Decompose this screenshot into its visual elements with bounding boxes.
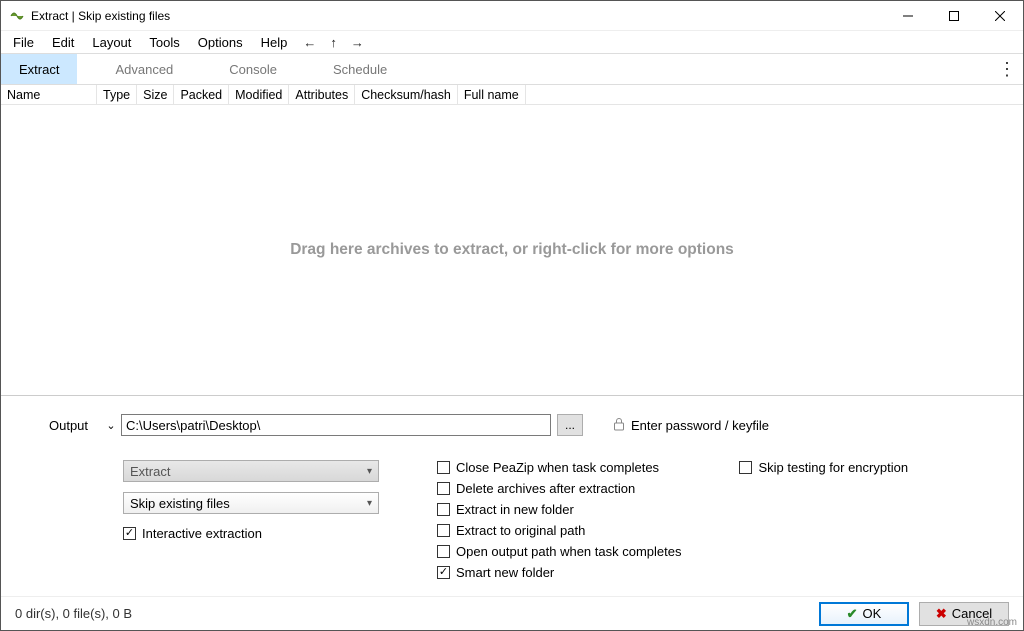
menu-file[interactable]: File [5,33,42,52]
close-button[interactable] [977,1,1023,30]
new-folder-checkbox[interactable] [437,503,450,516]
close-peazip-label: Close PeaZip when task completes [456,460,659,475]
menu-help[interactable]: Help [253,33,296,52]
delete-after-label: Delete archives after extraction [456,481,635,496]
drop-area[interactable]: Drag here archives to extract, or right-… [1,105,1023,395]
col-packed[interactable]: Packed [174,85,229,104]
caret-down-icon: ▾ [367,466,372,477]
window-title: Extract | Skip existing files [31,9,885,23]
ok-button[interactable]: ✔ OK [819,602,909,626]
menubar: File Edit Layout Tools Options Help ← ↑ … [1,31,1023,53]
nav-up-icon[interactable]: ↑ [324,33,343,52]
status-text: 0 dir(s), 0 file(s), 0 B [15,606,809,621]
menu-tools[interactable]: Tools [141,33,187,52]
output-label: Output [49,418,101,433]
tab-schedule[interactable]: Schedule [315,54,405,84]
titlebar: Extract | Skip existing files [1,1,1023,31]
smart-folder-checkbox[interactable] [437,566,450,579]
tab-console[interactable]: Console [211,54,295,84]
original-path-checkbox[interactable] [437,524,450,537]
menu-layout[interactable]: Layout [84,33,139,52]
col-modified[interactable]: Modified [229,85,289,104]
more-icon[interactable]: ⋮ [991,54,1023,84]
existing-files-select[interactable]: Skip existing files ▾ [123,492,379,514]
close-peazip-checkbox[interactable] [437,461,450,474]
tabbar: Extract Advanced Console Schedule ⋮ [1,53,1023,85]
original-path-label: Extract to original path [456,523,585,538]
existing-files-value: Skip existing files [130,496,230,511]
open-output-checkbox[interactable] [437,545,450,558]
skip-testing-checkbox[interactable] [739,461,752,474]
output-path-input[interactable] [121,414,551,436]
browse-button[interactable]: ... [557,414,583,436]
check-icon: ✔ [847,606,858,622]
col-checksum[interactable]: Checksum/hash [355,85,458,104]
caret-down-icon: ▾ [367,498,372,509]
col-size[interactable]: Size [137,85,174,104]
options-panel: Output ⌄ ... Enter password / keyfile Ex… [1,396,1023,596]
chevron-down-icon[interactable]: ⌄ [101,419,121,432]
new-folder-label: Extract in new folder [456,502,574,517]
maximize-button[interactable] [931,1,977,30]
ok-label: OK [863,606,882,621]
menu-options[interactable]: Options [190,33,251,52]
nav-back-icon[interactable]: ← [297,33,322,52]
minimize-button[interactable] [885,1,931,30]
statusbar: 0 dir(s), 0 file(s), 0 B ✔ OK ✖ Cancel [1,596,1023,630]
tab-extract[interactable]: Extract [1,54,77,84]
password-button[interactable]: Enter password / keyfile [613,417,769,434]
x-icon: ✖ [936,606,947,622]
menu-edit[interactable]: Edit [44,33,82,52]
col-fullname[interactable]: Full name [458,85,526,104]
interactive-checkbox[interactable] [123,527,136,540]
password-label: Enter password / keyfile [631,418,769,433]
extract-mode-value: Extract [130,464,170,479]
smart-folder-label: Smart new folder [456,565,554,580]
tab-advanced[interactable]: Advanced [97,54,191,84]
skip-testing-label: Skip testing for encryption [758,460,908,475]
col-type[interactable]: Type [97,85,137,104]
watermark: wsxdn.com [967,617,1017,628]
delete-after-checkbox[interactable] [437,482,450,495]
lock-icon [613,417,625,434]
interactive-label: Interactive extraction [142,526,262,541]
nav-forward-icon[interactable]: → [345,33,370,52]
open-output-label: Open output path when task completes [456,544,681,559]
col-attributes[interactable]: Attributes [289,85,355,104]
app-icon [9,8,25,24]
extract-mode-select[interactable]: Extract ▾ [123,460,379,482]
column-headers: Name Type Size Packed Modified Attribute… [1,85,1023,105]
col-name[interactable]: Name [1,85,97,104]
